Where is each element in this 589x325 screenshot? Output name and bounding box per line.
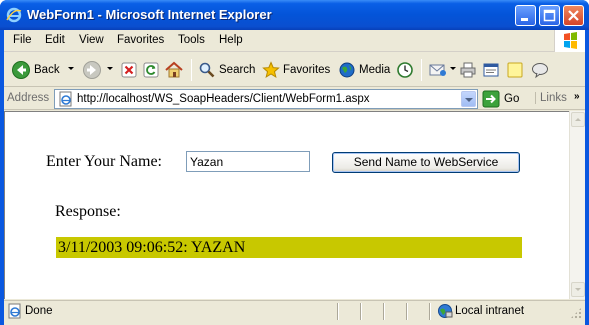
menu-bar: File Edit View Favorites Tools Help	[4, 30, 585, 52]
stop-button[interactable]	[120, 60, 138, 80]
mail-button[interactable]	[428, 60, 448, 80]
address-field[interactable]: http://localhost/WS_SoapHeaders/Client/W…	[54, 89, 478, 109]
discuss-button[interactable]	[506, 60, 524, 80]
home-icon	[165, 61, 183, 78]
refresh-button[interactable]	[142, 60, 160, 80]
mail-icon	[429, 64, 446, 76]
links-button[interactable]: Links	[535, 92, 567, 104]
edit-button[interactable]	[482, 60, 500, 80]
media-label: Media	[359, 64, 391, 76]
windows-flag-icon	[564, 32, 577, 49]
ie-icon	[6, 7, 22, 23]
menu-tools[interactable]: Tools	[178, 34, 205, 46]
zone-text: Local intranet	[455, 305, 525, 317]
address-label: Address	[7, 92, 50, 104]
window-title: WebForm1 - Microsoft Internet Explorer	[27, 7, 272, 22]
close-icon	[568, 10, 579, 21]
send-name-button[interactable]: Send Name to WebService	[332, 152, 520, 173]
standard-toolbar: Back Search Favorites Media	[4, 53, 585, 87]
enter-name-label: Enter Your Name:	[46, 153, 162, 170]
back-button[interactable]: Back	[11, 60, 60, 80]
forward-button[interactable]	[82, 60, 102, 80]
status-bar: Done Local intranet	[4, 300, 585, 321]
print-button[interactable]	[459, 60, 477, 80]
edit-page-icon	[483, 63, 499, 77]
links-chevron-icon[interactable]: »	[574, 91, 580, 102]
media-globe-icon	[339, 62, 355, 78]
status-separator	[360, 303, 362, 320]
search-icon	[199, 62, 215, 78]
media-button[interactable]: Media	[338, 60, 390, 80]
page-done-icon	[8, 303, 21, 319]
title-bar[interactable]: WebForm1 - Microsoft Internet Explorer	[0, 0, 589, 30]
favorites-label: Favorites	[283, 64, 331, 76]
local-intranet-icon	[438, 304, 453, 318]
vertical-scrollbar[interactable]	[569, 111, 585, 299]
go-label: Go	[504, 93, 520, 105]
search-label: Search	[219, 64, 256, 76]
back-dropdown-icon[interactable]	[68, 67, 74, 70]
forward-dropdown-icon[interactable]	[107, 67, 113, 70]
menu-help[interactable]: Help	[219, 34, 243, 46]
stop-icon	[121, 62, 137, 78]
scroll-down-button[interactable]	[571, 282, 585, 297]
scroll-up-button[interactable]	[571, 112, 585, 127]
back-label: Back	[34, 64, 60, 76]
toolbar-separator	[191, 59, 192, 81]
name-input[interactable]	[186, 151, 310, 172]
search-button[interactable]: Search	[198, 60, 255, 80]
address-dropdown-button[interactable]	[461, 91, 476, 107]
messenger-button[interactable]	[530, 60, 550, 80]
resize-grip[interactable]	[570, 307, 582, 319]
status-separator	[383, 303, 385, 320]
address-bar: Address http://localhost/WS_SoapHeaders/…	[4, 88, 585, 110]
address-url: http://localhost/WS_SoapHeaders/Client/W…	[77, 93, 370, 105]
page-ie-icon	[59, 91, 72, 107]
close-button[interactable]	[563, 5, 584, 26]
history-icon	[397, 62, 413, 78]
minimize-icon	[521, 18, 528, 21]
go-button[interactable]: Go	[482, 89, 526, 109]
refresh-icon	[143, 62, 159, 78]
forward-arrow-icon	[83, 61, 101, 79]
status-text: Done	[25, 305, 53, 317]
history-button[interactable]	[396, 60, 414, 80]
mail-dropdown-icon[interactable]	[450, 67, 456, 70]
messenger-icon	[532, 63, 548, 79]
maximize-icon	[543, 9, 556, 22]
minimize-button[interactable]	[515, 5, 536, 26]
browser-window: WebForm1 - Microsoft Internet Explorer F…	[0, 0, 589, 325]
maximize-button[interactable]	[539, 5, 560, 26]
menu-edit[interactable]: Edit	[45, 34, 65, 46]
toolbar-separator	[421, 59, 422, 81]
browser-client: File Edit View Favorites Tools Help Back…	[4, 30, 585, 325]
favorites-button[interactable]: Favorites	[262, 60, 330, 80]
page-content: Enter Your Name: Send Name to WebService…	[4, 111, 569, 299]
menu-view[interactable]: View	[79, 34, 104, 46]
menu-file[interactable]: File	[13, 34, 32, 46]
response-output: 3/11/2003 09:06:52: YAZAN	[56, 237, 522, 258]
response-label: Response:	[55, 203, 121, 220]
status-separator	[406, 303, 408, 320]
status-separator	[337, 303, 339, 320]
status-separator	[429, 303, 431, 320]
favorites-star-icon	[262, 61, 280, 78]
print-icon	[460, 62, 476, 78]
windows-logo	[554, 30, 585, 52]
home-button[interactable]	[164, 60, 184, 80]
sticky-note-icon	[507, 62, 523, 78]
menu-favorites[interactable]: Favorites	[117, 34, 164, 46]
go-arrow-icon	[482, 90, 500, 108]
back-arrow-icon	[12, 61, 30, 79]
